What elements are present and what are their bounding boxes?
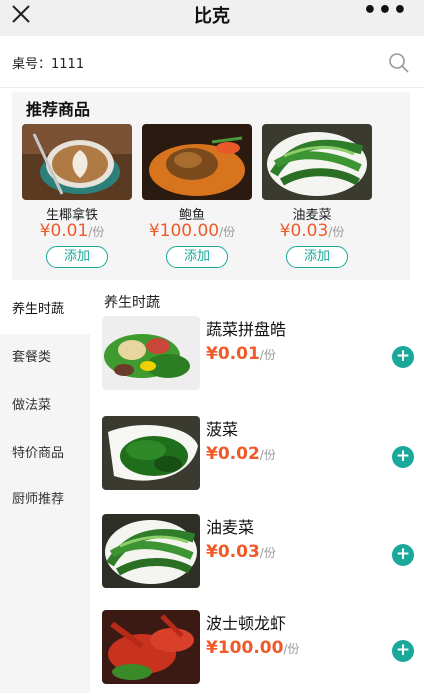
page-title: 比克 — [194, 6, 230, 27]
lobster-image — [102, 610, 200, 684]
menu-list: 养生时蔬 蔬菜拼盘皓 ¥0.01/份 + 菠菜 ¥0.02/份 + 油麦菜 ¥0… — [90, 286, 424, 693]
dish-name: 波士顿龙虾 — [206, 614, 287, 633]
category-item[interactable]: 套餐类 — [0, 334, 90, 382]
dish-name: 菠菜 — [206, 420, 239, 439]
recommend-item-price: ¥0.01/份 — [39, 221, 105, 241]
category-item[interactable]: 做法菜 — [0, 382, 90, 430]
more-icon[interactable]: ••• — [363, 0, 408, 22]
recommend-item[interactable]: 鲍鱼 ¥100.00/份 添加 — [132, 124, 252, 274]
dish-name: 蔬菜拼盘皓 — [206, 320, 287, 339]
category-sidebar: 养生时蔬 套餐类 做法菜 特价商品 厨师推荐 — [0, 286, 90, 693]
abalone-image — [142, 124, 252, 200]
recommend-item-price: ¥0.03/份 — [279, 221, 345, 241]
dish-item[interactable]: 菠菜 ¥0.02/份 + — [90, 416, 424, 506]
dish-item[interactable]: 油麦菜 ¥0.03/份 + — [90, 514, 424, 604]
category-item[interactable]: 特价商品 — [0, 430, 90, 478]
add-button[interactable]: 添加 — [286, 246, 348, 268]
recommend-item[interactable]: 生椰拿铁 ¥0.01/份 添加 — [12, 124, 132, 274]
section-title: 养生时蔬 — [104, 295, 160, 311]
lettuce-image — [262, 124, 372, 200]
table-number: 桌号：1111 — [12, 57, 85, 72]
recommend-title: 推荐商品 — [26, 100, 91, 119]
lettuce-image — [102, 514, 200, 588]
category-item[interactable]: 厨师推荐 — [0, 476, 90, 524]
dish-price: ¥0.02/份 — [206, 444, 276, 464]
add-dish-button[interactable]: + — [392, 544, 414, 566]
spinach-image — [102, 416, 200, 490]
dish-item[interactable]: 波士顿龙虾 ¥100.00/份 + — [90, 610, 424, 693]
add-dish-button[interactable]: + — [392, 346, 414, 368]
dish-item[interactable]: 蔬菜拼盘皓 ¥0.01/份 + — [90, 316, 424, 406]
recommend-item-price: ¥100.00/份 — [148, 221, 236, 241]
veggie-platter-image — [102, 316, 200, 390]
dish-price: ¥0.01/份 — [206, 344, 276, 364]
add-button[interactable]: 添加 — [166, 246, 228, 268]
add-dish-button[interactable]: + — [392, 446, 414, 468]
table-bar: 桌号：1111 — [0, 36, 424, 88]
search-icon[interactable] — [388, 52, 410, 74]
title-bar: 比克 ••• — [0, 0, 424, 36]
category-item[interactable]: 养生时蔬 — [0, 286, 90, 334]
dish-name: 油麦菜 — [206, 518, 255, 537]
latte-image — [22, 124, 132, 200]
recommend-panel: 推荐商品 生椰拿铁 ¥0.01/份 添加 鲍鱼 ¥100.00/份 添加 油麦菜… — [12, 92, 410, 280]
dish-price: ¥0.03/份 — [206, 542, 276, 562]
add-button[interactable]: 添加 — [46, 246, 108, 268]
recommend-item[interactable]: 油麦菜 ¥0.03/份 添加 — [252, 124, 372, 274]
add-dish-button[interactable]: + — [392, 640, 414, 662]
dish-price: ¥100.00/份 — [206, 638, 300, 658]
